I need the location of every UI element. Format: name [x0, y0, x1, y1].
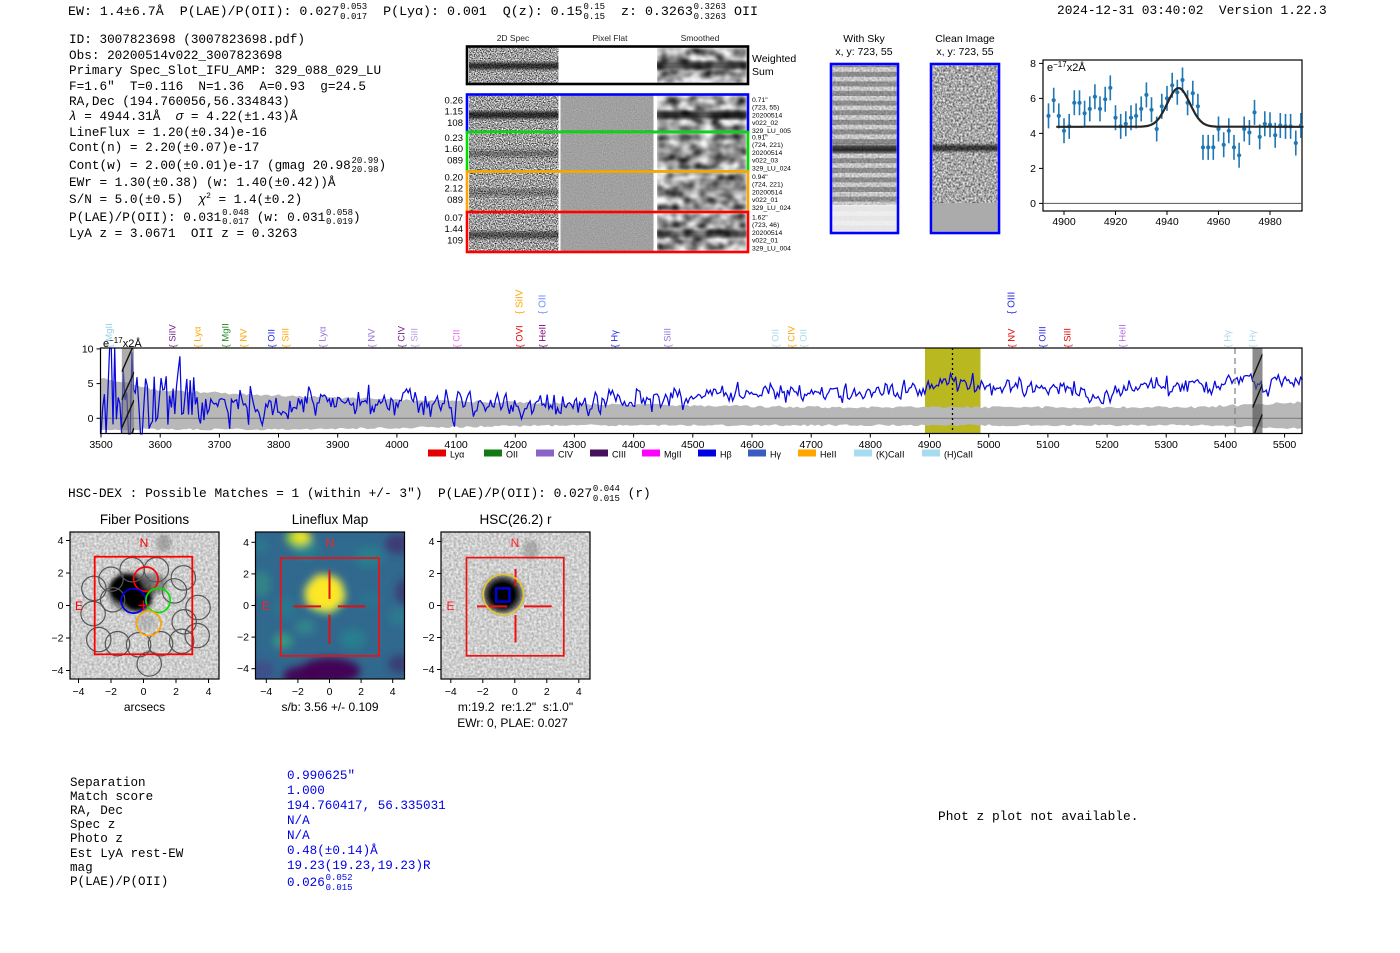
svg-text:2: 2 [544, 686, 550, 698]
svg-text:−4: −4 [73, 686, 85, 698]
svg-text:−2: −2 [237, 632, 249, 644]
svg-text:4: 4 [243, 537, 249, 549]
svg-text:Fiber Positions: Fiber Positions [100, 512, 190, 527]
svg-text:Lineflux Map: Lineflux Map [292, 512, 369, 527]
svg-text:2: 2 [173, 686, 179, 698]
svg-text:0: 0 [243, 600, 249, 612]
svg-text:−4: −4 [260, 686, 272, 698]
svg-text:4: 4 [206, 686, 212, 698]
svg-text:N: N [140, 536, 149, 550]
svg-text:−2: −2 [292, 686, 304, 698]
svg-text:N: N [326, 536, 335, 550]
svg-text:−2: −2 [423, 632, 435, 644]
svg-text:HSC(26.2) r: HSC(26.2) r [479, 512, 552, 527]
svg-text:0: 0 [512, 686, 518, 698]
svg-text:−2: −2 [477, 686, 489, 698]
svg-text:−4: −4 [445, 686, 457, 698]
svg-text:−2: −2 [105, 686, 117, 698]
svg-text:4: 4 [576, 686, 582, 698]
svg-text:−4: −4 [52, 665, 64, 677]
svg-text:4: 4 [58, 535, 64, 547]
svg-text:0: 0 [141, 686, 147, 698]
svg-text:4: 4 [390, 686, 396, 698]
svg-text:arcsecs: arcsecs [124, 700, 165, 714]
svg-text:0: 0 [327, 686, 333, 698]
svg-text:2: 2 [243, 568, 249, 580]
svg-text:s/b: 3.56 +/- 0.109: s/b: 3.56 +/- 0.109 [281, 700, 378, 714]
svg-text:E: E [262, 599, 270, 613]
svg-text:0: 0 [58, 600, 64, 612]
svg-text:EWr: 0, PLAE: 0.027: EWr: 0, PLAE: 0.027 [457, 716, 568, 730]
svg-text:m:19.2 re:1.2" s:1.0": m:19.2 re:1.2" s:1.0" [458, 700, 573, 714]
svg-text:4: 4 [429, 536, 435, 548]
svg-text:N: N [511, 536, 520, 550]
svg-text:E: E [446, 599, 454, 613]
svg-text:2: 2 [429, 568, 435, 580]
svg-text:2: 2 [58, 568, 64, 580]
svg-text:−2: −2 [52, 633, 64, 645]
svg-text:E: E [75, 599, 83, 613]
svg-text:0: 0 [429, 600, 435, 612]
svg-text:−4: −4 [423, 664, 435, 676]
svg-text:2: 2 [358, 686, 364, 698]
svg-text:−4: −4 [237, 663, 249, 675]
